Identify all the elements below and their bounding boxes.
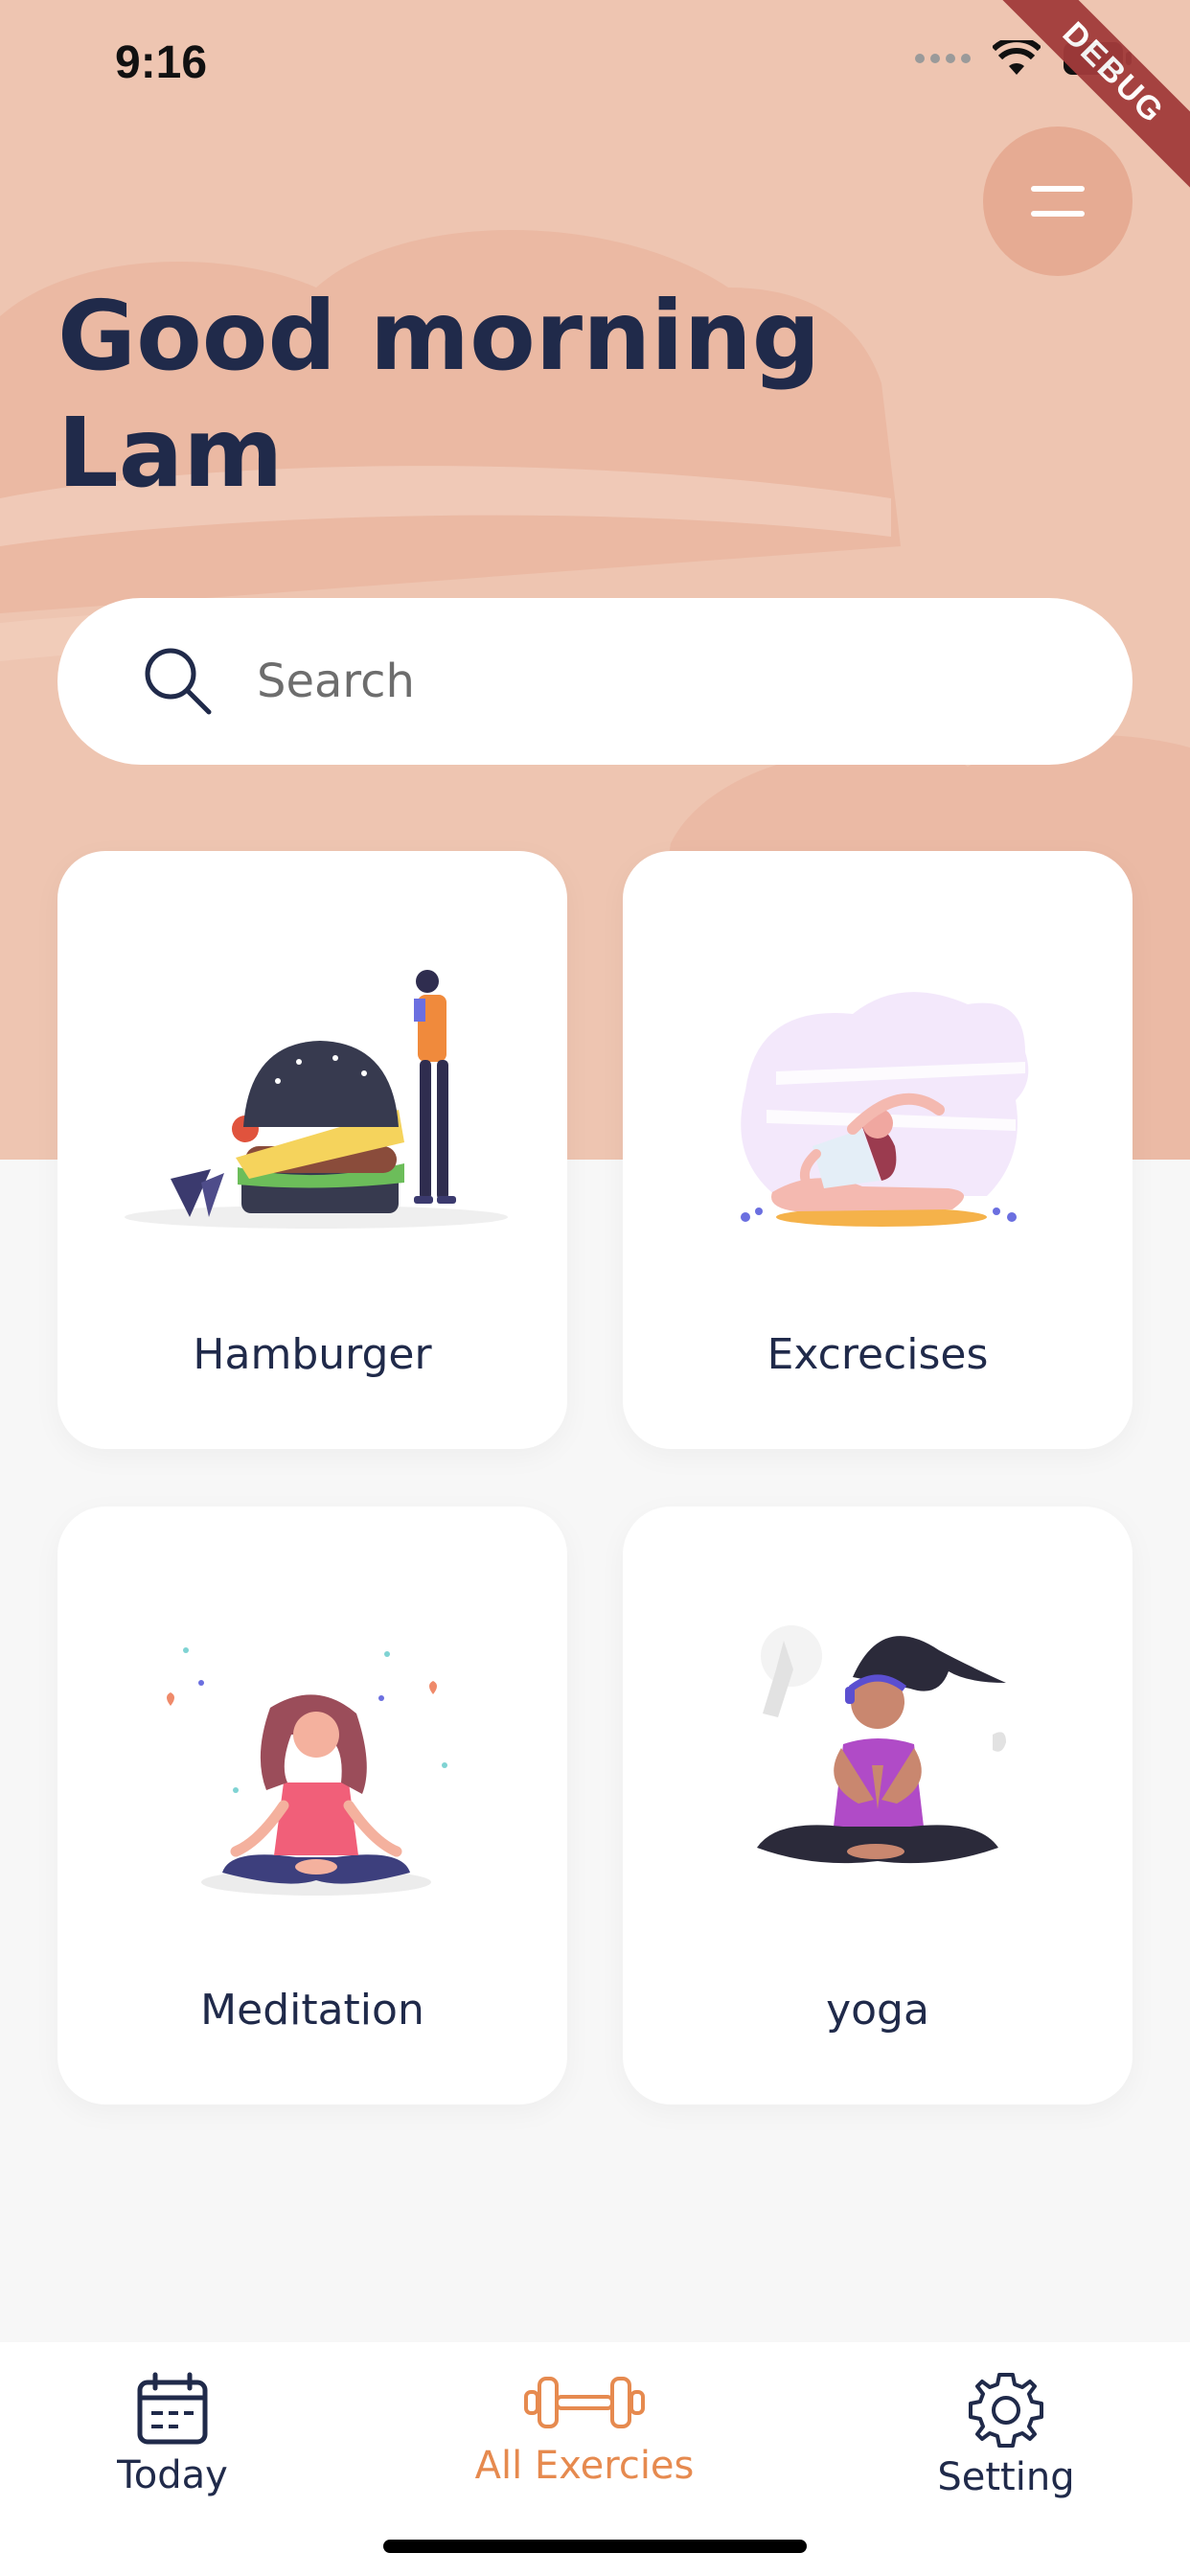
- search-bar[interactable]: [57, 598, 1133, 765]
- search-input[interactable]: [255, 654, 1025, 709]
- category-label: Meditation: [200, 1986, 424, 2035]
- nav-label-all-exercies: All Exercies: [474, 2444, 695, 2488]
- nav-label-setting: Setting: [937, 2455, 1075, 2499]
- category-card-yoga[interactable]: yoga: [623, 1506, 1133, 2104]
- menu-icon: [1031, 186, 1085, 217]
- category-label: Hamburger: [193, 1330, 432, 1379]
- greeting-title: Good morning Lam: [57, 280, 821, 509]
- category-card-excrecises[interactable]: Excrecises: [623, 851, 1133, 1449]
- nav-item-setting[interactable]: Setting: [920, 2371, 1092, 2499]
- status-time: 9:16: [115, 37, 208, 88]
- yoga-illustration: [757, 1625, 1006, 1864]
- category-label: yoga: [826, 1986, 929, 2035]
- signal-icon: [915, 54, 971, 63]
- hamburger-illustration: [125, 970, 508, 1229]
- dumbbell-icon: [524, 2377, 645, 2428]
- wifi-icon: [993, 40, 1041, 75]
- search-icon: [145, 648, 212, 715]
- home-indicator: [383, 2540, 807, 2553]
- calendar-icon: [137, 2372, 208, 2445]
- nav-item-today[interactable]: Today: [105, 2371, 240, 2497]
- stretching-illustration: [741, 992, 1029, 1227]
- gear-icon: [969, 2373, 1043, 2448]
- category-label: Excrecises: [767, 1330, 989, 1379]
- nav-item-all-exercies[interactable]: All Exercies: [460, 2371, 709, 2488]
- category-card-meditation[interactable]: Meditation: [57, 1506, 567, 2104]
- category-card-hamburger[interactable]: Hamburger: [57, 851, 567, 1449]
- meditation-illustration: [167, 1647, 447, 1896]
- menu-button[interactable]: [983, 126, 1133, 276]
- nav-label-today: Today: [117, 2453, 228, 2497]
